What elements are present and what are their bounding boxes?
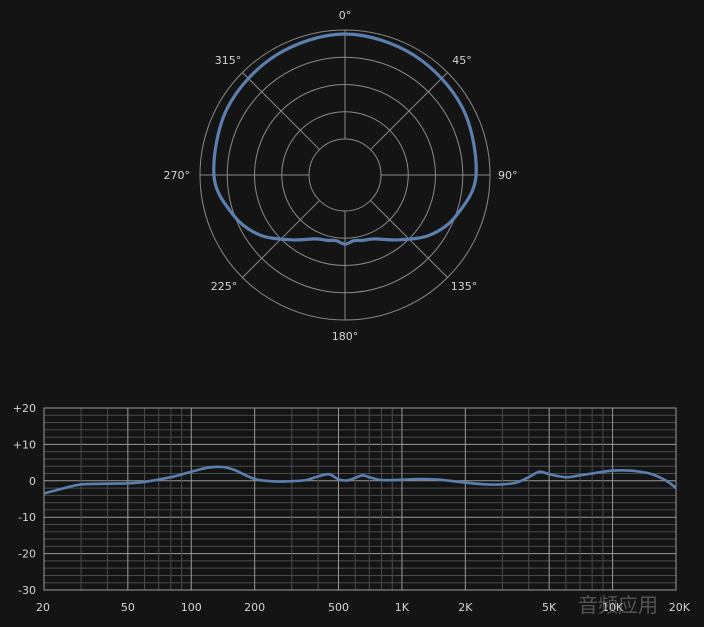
fr-x-tick-label: 5K xyxy=(542,601,557,614)
polar-angle-label: 90° xyxy=(498,169,518,182)
fr-response-line xyxy=(43,465,677,495)
fr-x-tick-label: 200 xyxy=(244,601,265,614)
polar-angle-label: 45° xyxy=(452,54,472,67)
polar-spoke xyxy=(242,72,320,150)
polar-angle-label: 270° xyxy=(164,169,191,182)
polar-angle-label: 135° xyxy=(451,280,478,293)
fr-y-tick-label: -20 xyxy=(18,548,36,561)
chart-canvas: 0° 45° 90° 135° 180° 225° 270° 315° +20 +10 0 -10 -2… xyxy=(13,9,691,617)
fr-x-tick-label: 100 xyxy=(181,601,202,614)
fr-y-tick-label: +10 xyxy=(13,438,36,451)
fr-x-tick-label: 20 xyxy=(36,601,50,614)
polar-angle-label: 0° xyxy=(339,9,352,22)
fr-x-tick-label: 2K xyxy=(458,601,473,614)
fr-y-tick-label: +20 xyxy=(13,402,36,415)
polar-spoke xyxy=(370,72,448,150)
fr-x-tick-label: 20K xyxy=(669,601,691,614)
polar-ring xyxy=(308,138,382,212)
fr-y-tick-label: 0 xyxy=(29,475,36,488)
watermark-text: 音频应用 xyxy=(578,593,658,617)
fr-y-tick-label: -10 xyxy=(18,511,36,524)
polar-angle-label: 180° xyxy=(332,330,359,343)
fr-x-tick-label: 500 xyxy=(328,601,349,614)
polar-angle-label: 315° xyxy=(215,54,242,67)
fr-frame xyxy=(43,407,677,591)
polar-angle-label: 225° xyxy=(211,280,238,293)
fr-x-tick-label: 50 xyxy=(121,601,135,614)
fr-x-tick-label: 1K xyxy=(395,601,410,614)
fr-y-tick-label: -30 xyxy=(18,584,36,597)
